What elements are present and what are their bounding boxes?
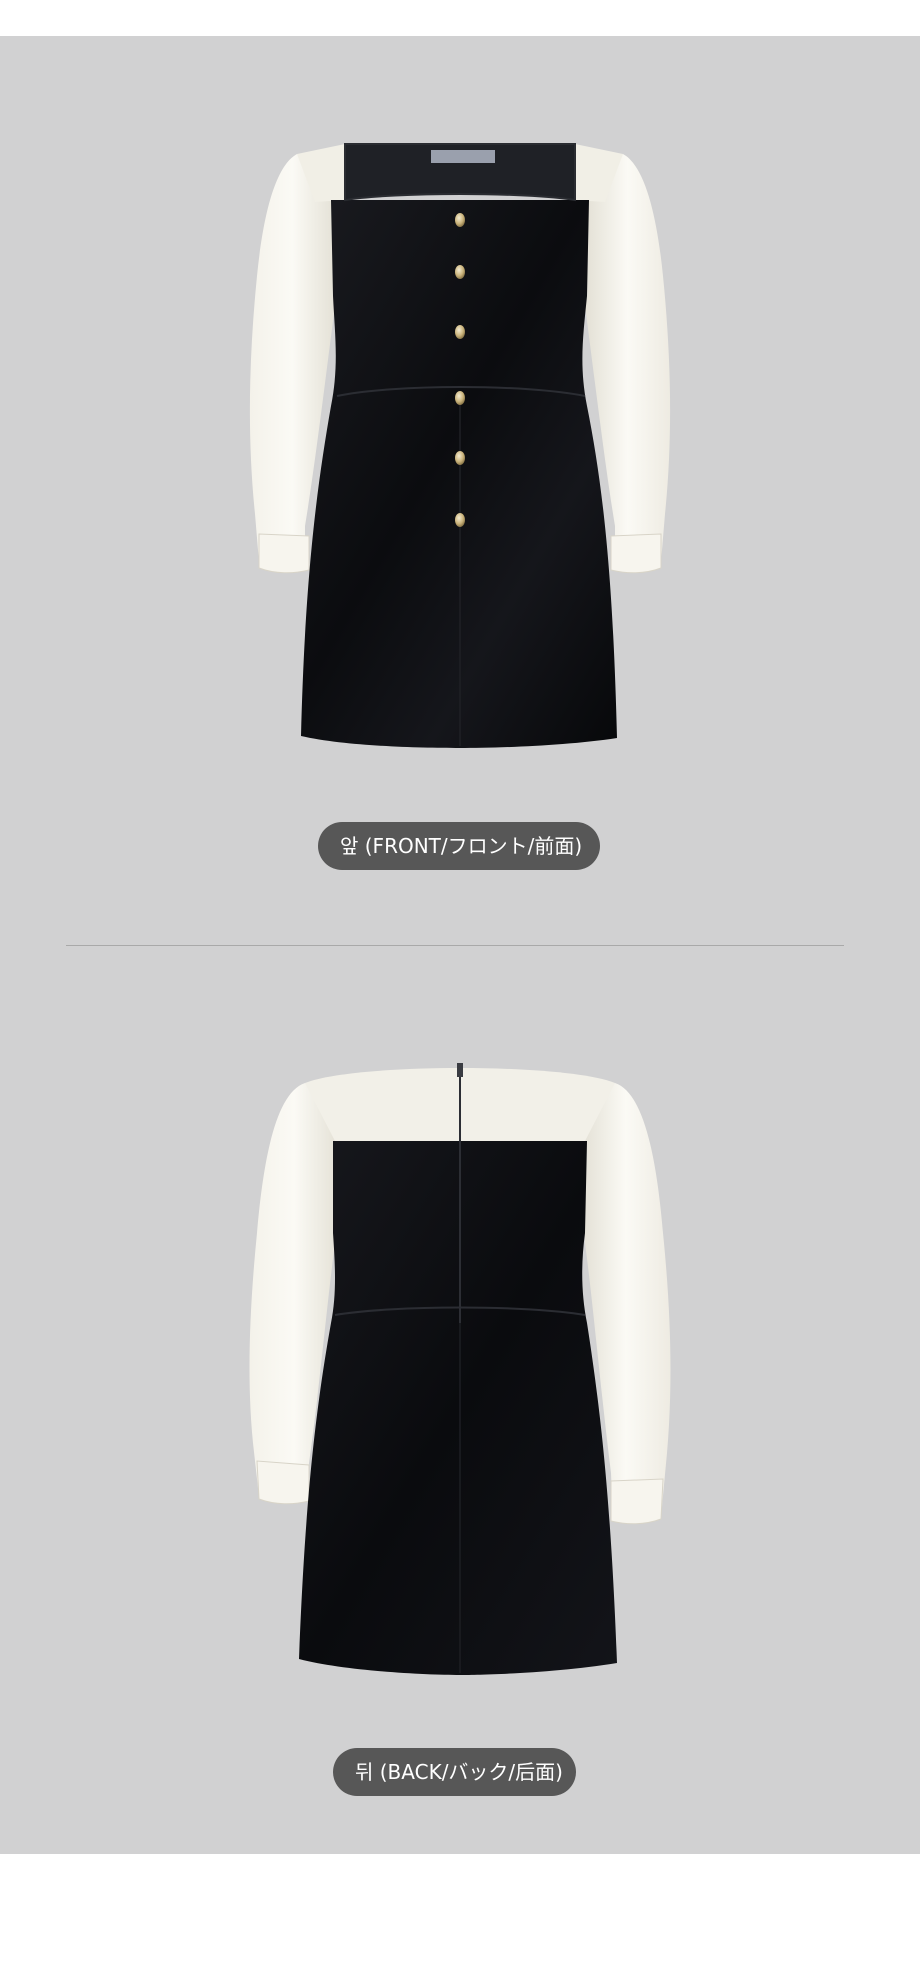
dress-front-image: [249, 143, 671, 748]
dress-back-image: [249, 1063, 671, 1675]
front-view-section: 앞 (FRONT/フロント/前面): [0, 36, 920, 966]
back-view-section: 뒤 (BACK/バック/后面): [0, 968, 920, 1854]
product-photo-panel: 앞 (FRONT/フロント/前面) 뒤 (BACK/バック/后面): [0, 36, 920, 1854]
front-view-caption: 앞 (FRONT/フロント/前面): [318, 822, 600, 870]
section-divider: [66, 945, 844, 946]
back-view-caption: 뒤 (BACK/バック/后面): [333, 1748, 576, 1796]
product-detail-page: 앞 (FRONT/フロント/前面) 뒤 (BACK/バック/后面): [0, 0, 920, 1979]
